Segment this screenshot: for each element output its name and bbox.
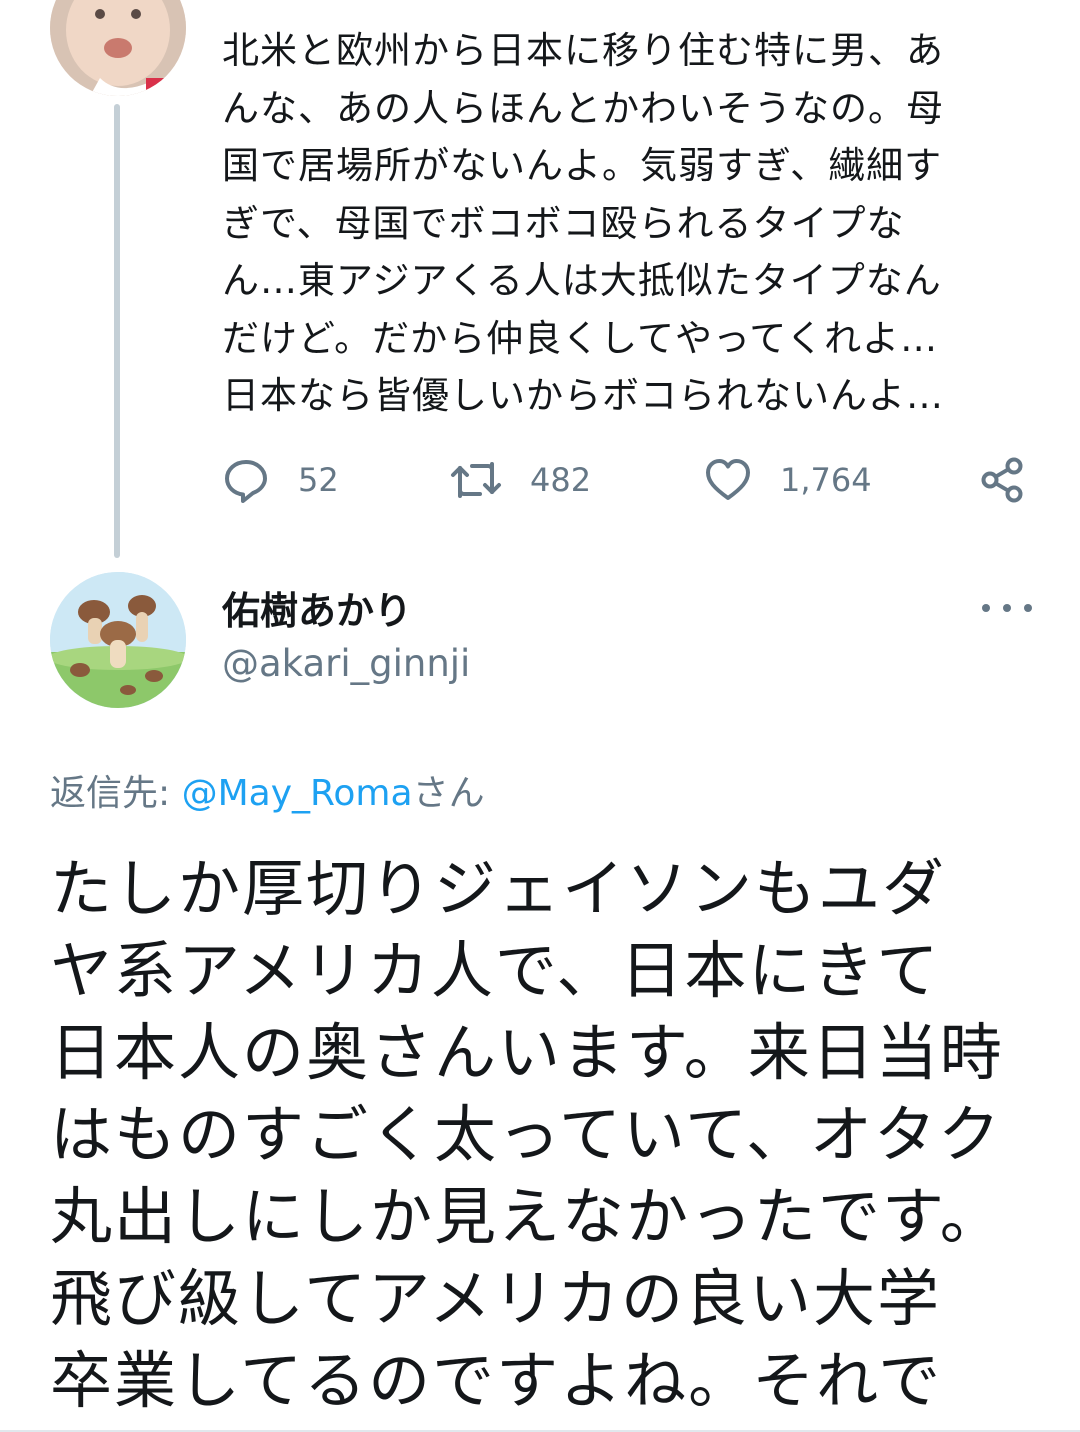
thread-connector-line (114, 104, 120, 558)
more-options-button[interactable] (982, 590, 1032, 626)
tweet-text: たしか厚切りジェイソンもユダ ヤ系アメリカ人で、日本にきて 日本人の奥さんいます… (50, 852, 1004, 1417)
replying-to-suffix: さん (412, 773, 485, 814)
replying-to-label: 返信先: (50, 773, 182, 814)
more-dot-icon (982, 604, 990, 612)
retweet-button[interactable]: 482 (450, 450, 591, 510)
reply-button[interactable]: 52 (222, 450, 339, 510)
tweet-actions-bar: 52 482 1,764 (222, 450, 1032, 510)
author-handle[interactable]: @akari_ginnji (222, 642, 470, 685)
heart-icon (706, 459, 750, 500)
reply-icon (225, 460, 267, 503)
like-count: 1,764 (780, 461, 872, 499)
mention-link[interactable]: @May_Roma (182, 773, 413, 814)
reply-count: 52 (298, 461, 339, 499)
share-icon (981, 457, 1023, 503)
retweet-count: 482 (530, 461, 592, 499)
more-dot-icon (1003, 604, 1011, 612)
avatar[interactable] (50, 572, 186, 708)
mushroom-illustration-avatar-icon (50, 572, 186, 708)
author-display-name[interactable]: 佑樹あかり (222, 580, 412, 635)
more-dot-icon (1024, 604, 1032, 612)
avatar[interactable] (50, 0, 186, 96)
tweet-text: 北米と欧州から日本に移り住む特に男、あ んな、あの人らほんとかわいそうなの。母 … (222, 29, 944, 417)
retweet-icon (451, 462, 501, 498)
like-button[interactable]: 1,764 (704, 450, 872, 510)
baby-photo-avatar-icon (50, 0, 186, 96)
share-button[interactable] (978, 450, 1026, 510)
replying-to-line: 返信先: @May_Romaさん (50, 764, 485, 816)
